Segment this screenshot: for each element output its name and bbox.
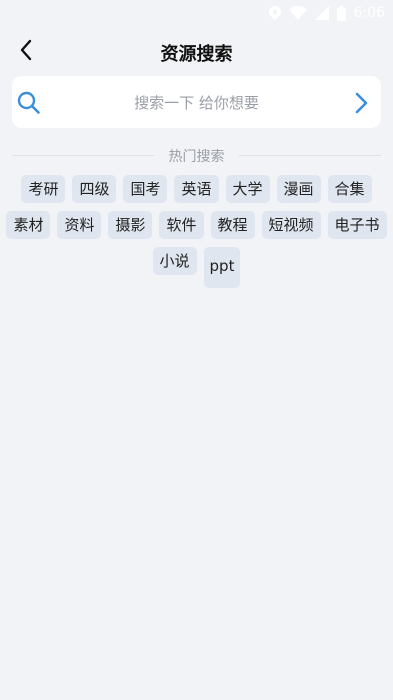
hot-tag[interactable]: 合集 <box>327 175 372 203</box>
hot-tag[interactable]: 软件 <box>159 211 204 239</box>
hot-tag[interactable]: 电子书 <box>327 211 387 239</box>
signal-icon <box>314 6 329 20</box>
hot-tag[interactable]: 摄影 <box>108 211 153 239</box>
status-bar: 6:06 <box>0 0 393 26</box>
hot-tag[interactable]: 短视频 <box>261 211 321 239</box>
chevron-right-icon <box>349 92 373 120</box>
hot-tag[interactable]: 素材 <box>6 211 51 239</box>
divider-right <box>239 155 381 156</box>
hot-tag[interactable]: 小说 <box>152 247 197 275</box>
hot-tag[interactable]: ppt <box>203 247 241 288</box>
hot-tag[interactable]: 考研 <box>21 175 66 203</box>
hot-search-header: 热门搜索 <box>0 144 393 166</box>
hot-tag[interactable]: 英语 <box>174 175 219 203</box>
hot-tag[interactable]: 大学 <box>225 175 270 203</box>
search-input[interactable] <box>52 88 341 118</box>
header: 资源搜索 <box>0 32 393 72</box>
hot-tag[interactable]: 国考 <box>123 175 168 203</box>
search-submit-button[interactable] <box>349 90 373 116</box>
wifi-icon <box>288 6 307 20</box>
search-box <box>12 76 381 128</box>
hot-tag[interactable]: 教程 <box>210 211 255 239</box>
status-time: 6:06 <box>353 5 385 21</box>
location-icon <box>268 6 281 20</box>
page-title: 资源搜索 <box>160 44 233 65</box>
hot-tag-list: 考研 四级 国考 英语 大学 漫画 合集素材 资料 摄影 软件 教程 短视频 电子书小说 ppt <box>6 175 387 288</box>
hot-tag[interactable]: 漫画 <box>276 175 321 203</box>
hot-tag[interactable]: 资料 <box>57 211 102 239</box>
status-icons: 6:06 <box>268 4 385 22</box>
search-icon <box>16 90 42 116</box>
battery-icon <box>336 5 346 21</box>
hot-search-title: 热门搜索 <box>168 149 225 165</box>
hot-tag[interactable]: 四级 <box>72 175 117 203</box>
